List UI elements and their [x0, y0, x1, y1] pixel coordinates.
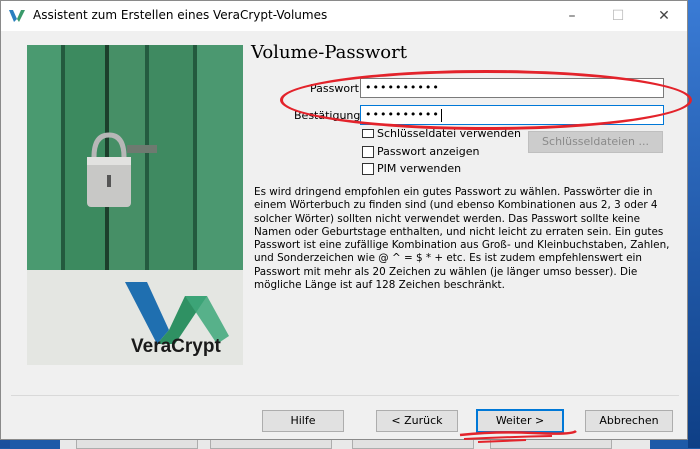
- show-password-label: Passwort anzeigen: [377, 145, 480, 158]
- help-button[interactable]: Hilfe: [262, 410, 344, 432]
- back-button[interactable]: < Zurück: [376, 410, 458, 432]
- cancel-button[interactable]: Abbrechen: [585, 410, 673, 432]
- maximize-icon: ☐: [611, 8, 625, 24]
- close-icon: ✕: [658, 8, 670, 24]
- red-annotation-underline: [459, 429, 577, 443]
- use-keyfiles-checkbox[interactable]: [362, 129, 374, 138]
- title-bar[interactable]: Assistent zum Erstellen eines VeraCrypt-…: [1, 1, 687, 31]
- keyfiles-button[interactable]: Schlüsseldateien ...: [528, 131, 663, 153]
- veracrypt-app-icon: [9, 10, 25, 22]
- wizard-window: Assistent zum Erstellen eines VeraCrypt-…: [0, 0, 692, 443]
- minimize-button[interactable]: –: [549, 1, 595, 31]
- password-advice-text: Es wird dringend empfohlen ein gutes Pas…: [254, 186, 670, 292]
- show-password-checkbox[interactable]: [362, 146, 374, 158]
- minimize-icon: –: [568, 8, 576, 24]
- banner-logo-area: VeraCrypt: [27, 270, 243, 365]
- brand-name: VeraCrypt: [131, 336, 221, 357]
- wizard-banner-image: VeraCrypt: [27, 45, 243, 365]
- maximize-button[interactable]: ☐: [595, 1, 641, 31]
- use-pim-label: PIM verwenden: [377, 162, 462, 175]
- red-annotation-ellipse: [280, 70, 692, 130]
- use-pim-checkbox[interactable]: [362, 163, 374, 175]
- door-padlock-photo: [27, 45, 243, 270]
- close-button[interactable]: ✕: [641, 1, 687, 31]
- window-title: Assistent zum Erstellen eines VeraCrypt-…: [33, 8, 328, 22]
- page-title: Volume-Passwort: [251, 42, 407, 63]
- desktop-background-right: [688, 0, 700, 448]
- footer-divider: [11, 395, 679, 396]
